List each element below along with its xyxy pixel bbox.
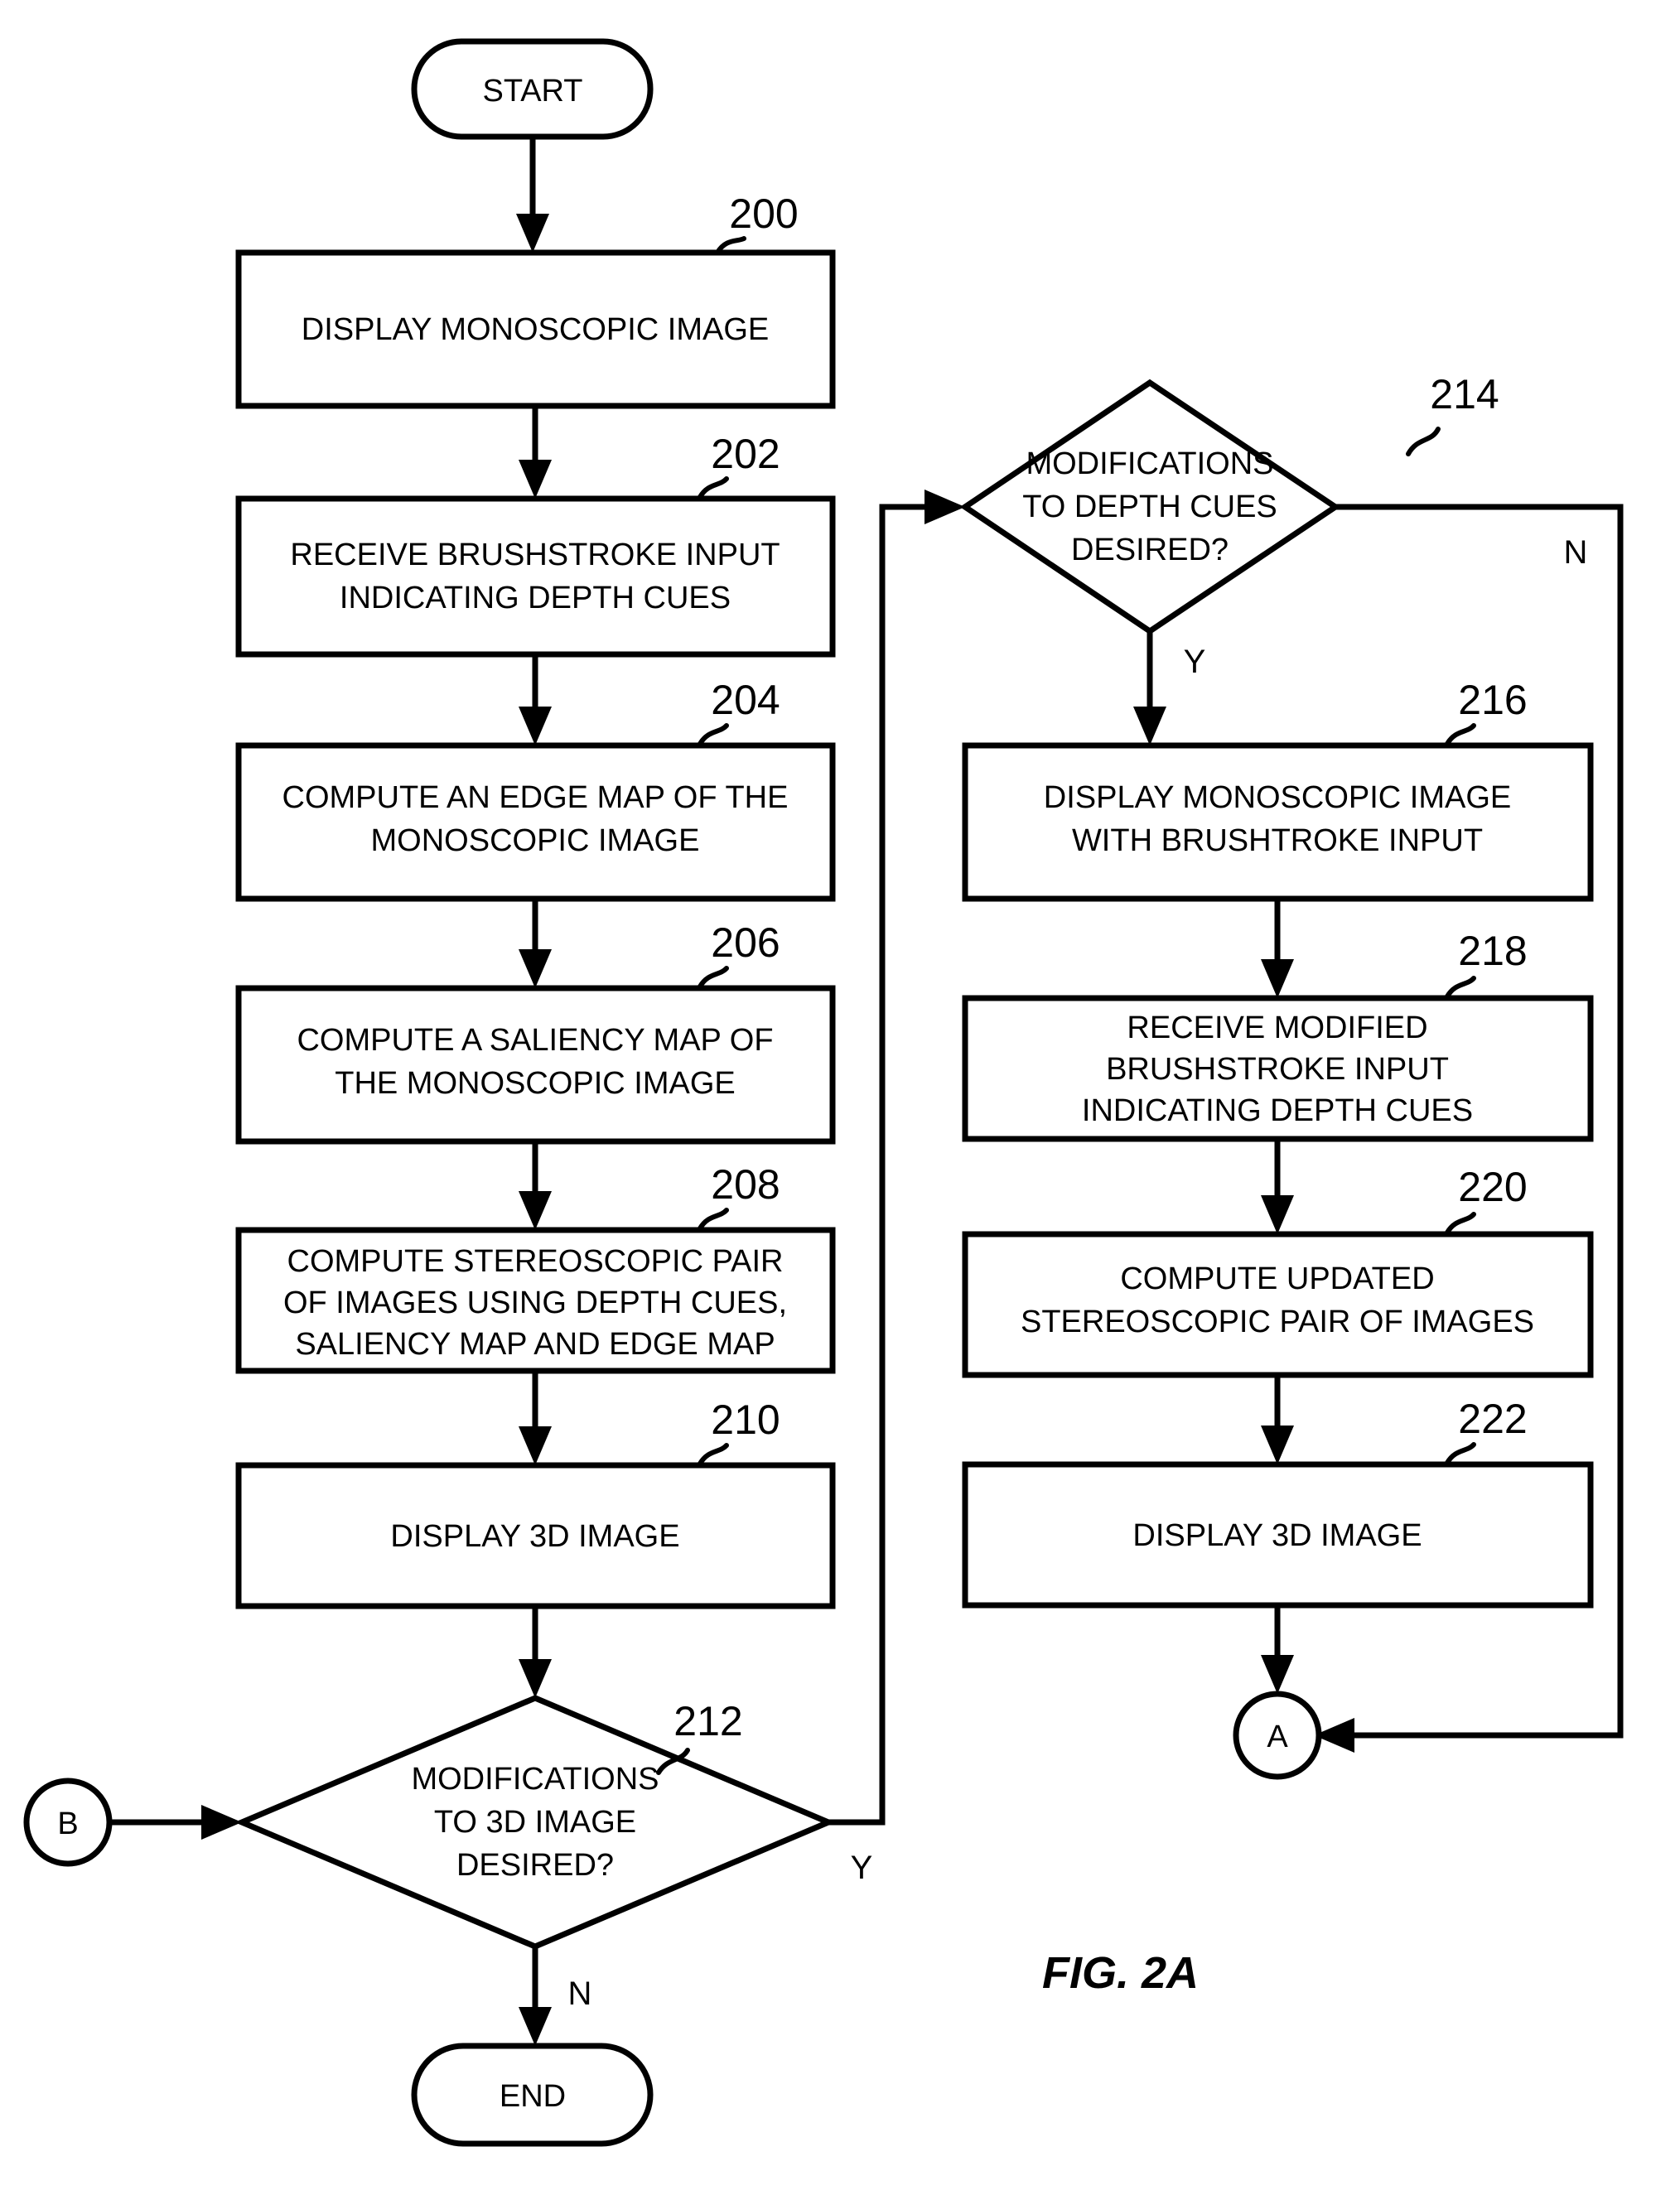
process-box-208-line-2: OF IMAGES USING DEPTH CUES, [283,1286,787,1320]
ref-number-200: 200 [729,191,798,237]
process-box-202-line-1: RECEIVE BRUSHSTROKE INPUT [290,538,780,572]
decision-diamond-214-line-2: TO DEPTH CUES [1022,490,1277,524]
process-box-204-line-1: COMPUTE AN EDGE MAP OF THE [282,780,789,815]
connector-206-to-208 [519,1141,552,1230]
ref-number-220: 220 [1458,1164,1527,1210]
ref-callout-206: 206 [698,919,780,989]
process-box-202-line-2: INDICATING DEPTH CUES [340,581,731,615]
connector-circle-b: B [23,1778,113,1867]
connector-212-yes-to-214: Y [828,490,965,1886]
ref-callout-204: 204 [698,677,780,746]
ref-callout-202: 202 [698,431,780,499]
ref-callout-210: 210 [698,1397,780,1466]
ref-number-206: 206 [711,919,780,966]
ref-number-214: 214 [1430,371,1499,417]
ref-callout-216: 216 [1445,677,1528,746]
ref-number-204: 204 [711,677,780,723]
process-box-216-line-1: DISPLAY MONOSCOPIC IMAGE [1044,780,1512,815]
connector-circle-a: A [1233,1691,1322,1780]
connector-200-to-202 [519,406,552,499]
connector-208-to-210 [519,1371,552,1465]
flowchart-canvas: START DISPLAY MONOSCOPIC IMAGE 200 RECEI… [23,38,1624,2147]
process-box-220-line-1: COMPUTE UPDATED [1120,1262,1434,1296]
connector-222-to-a [1261,1605,1294,1694]
ref-number-202: 202 [711,431,780,477]
end-terminator-label: END [500,2079,566,2114]
process-box-220: COMPUTE UPDATED STEREOSCOPIC PAIR OF IMA… [962,1231,1594,1378]
decision-diamond-212-line-3: DESIRED? [456,1848,614,1883]
ref-callout-214: 214 [1406,371,1499,456]
process-box-206-line-1: COMPUTE A SALIENCY MAP OF [297,1023,773,1058]
figure-label: FIG. 2A [1042,1948,1199,1998]
ref-callout-208: 208 [698,1161,780,1231]
process-box-216-shape [962,742,1594,902]
process-box-222: DISPLAY 3D IMAGE [962,1461,1594,1609]
start-terminator-label: START [482,74,582,109]
process-box-208-line-1: COMPUTE STEREOSCOPIC PAIR [287,1244,784,1279]
branch-label-212-no: N [568,1976,592,2012]
ref-callout-222: 222 [1445,1396,1528,1465]
decision-diamond-214-line-1: MODIFICATIONS [1026,446,1273,481]
ref-callout-218: 218 [1445,928,1528,999]
connector-b-to-212 [109,1805,242,1840]
ref-number-218: 218 [1458,928,1527,974]
process-box-218-line-3: INDICATING DEPTH CUES [1082,1093,1473,1128]
process-box-208-line-3: SALIENCY MAP AND EDGE MAP [295,1327,775,1362]
decision-diamond-214: MODIFICATIONS TO DEPTH CUES DESIRED? [959,379,1341,635]
process-box-200: DISPLAY MONOSCOPIC IMAGE [235,249,836,409]
connector-212-no-to-end: N [519,1947,591,2046]
ref-number-212: 212 [673,1698,742,1744]
branch-label-214-yes: Y [1184,644,1206,680]
ref-number-210: 210 [711,1397,780,1443]
ref-number-216: 216 [1458,677,1527,723]
ref-callout-220: 220 [1445,1164,1528,1235]
connector-202-to-204 [519,654,552,745]
connector-218-to-220 [1261,1139,1294,1234]
process-box-218: RECEIVE MODIFIED BRUSHSTROKE INPUT INDIC… [962,995,1594,1142]
start-terminator: START [411,38,654,140]
process-box-204: COMPUTE AN EDGE MAP OF THE MONOSCOPIC IM… [235,742,836,902]
process-box-202-shape [235,495,836,658]
branch-label-212-yes: Y [851,1850,873,1886]
patent-figure-2a: START DISPLAY MONOSCOPIC IMAGE 200 RECEI… [0,0,1680,2195]
connector-circle-b-label: B [57,1807,78,1841]
decision-diamond-212-line-2: TO 3D IMAGE [434,1805,636,1840]
process-box-206-shape [235,985,836,1145]
connector-circle-a-label: A [1267,1720,1288,1754]
connector-216-to-218 [1261,899,1294,998]
process-box-202: RECEIVE BRUSHSTROKE INPUT INDICATING DEP… [235,495,836,658]
process-box-210: DISPLAY 3D IMAGE [235,1462,836,1609]
process-box-216: DISPLAY MONOSCOPIC IMAGE WITH BRUSHTROKE… [962,742,1594,902]
connector-214-yes-to-216: Y [1133,631,1205,745]
process-box-208: COMPUTE STEREOSCOPIC PAIR OF IMAGES USIN… [235,1227,836,1374]
decision-diamond-212-line-1: MODIFICATIONS [411,1762,659,1797]
process-box-216-line-2: WITH BRUSHTROKE INPUT [1072,823,1483,858]
process-box-204-line-2: MONOSCOPIC IMAGE [371,823,700,858]
ref-callout-200: 200 [715,191,799,255]
process-box-210-line-1: DISPLAY 3D IMAGE [390,1519,679,1554]
connector-210-to-212 [519,1606,552,1698]
process-box-218-line-2: BRUSHSTROKE INPUT [1106,1052,1449,1087]
process-box-206: COMPUTE A SALIENCY MAP OF THE MONOSCOPIC… [235,985,836,1145]
ref-callout-212: 212 [656,1698,743,1775]
end-terminator: END [411,2043,654,2147]
ref-number-208: 208 [711,1161,780,1208]
process-box-222-line-1: DISPLAY 3D IMAGE [1132,1518,1422,1553]
process-box-200-line-1: DISPLAY MONOSCOPIC IMAGE [302,312,770,347]
connector-204-to-206 [519,899,552,988]
process-box-204-shape [235,742,836,902]
ref-number-222: 222 [1458,1396,1527,1442]
branch-label-214-no: N [1564,534,1588,571]
process-box-206-line-2: THE MONOSCOPIC IMAGE [335,1066,735,1101]
decision-diamond-214-line-3: DESIRED? [1071,533,1229,567]
connector-start-to-200 [516,137,549,253]
connector-220-to-222 [1261,1375,1294,1464]
process-box-218-line-1: RECEIVE MODIFIED [1127,1011,1427,1045]
process-box-220-line-2: STEREOSCOPIC PAIR OF IMAGES [1021,1305,1534,1339]
